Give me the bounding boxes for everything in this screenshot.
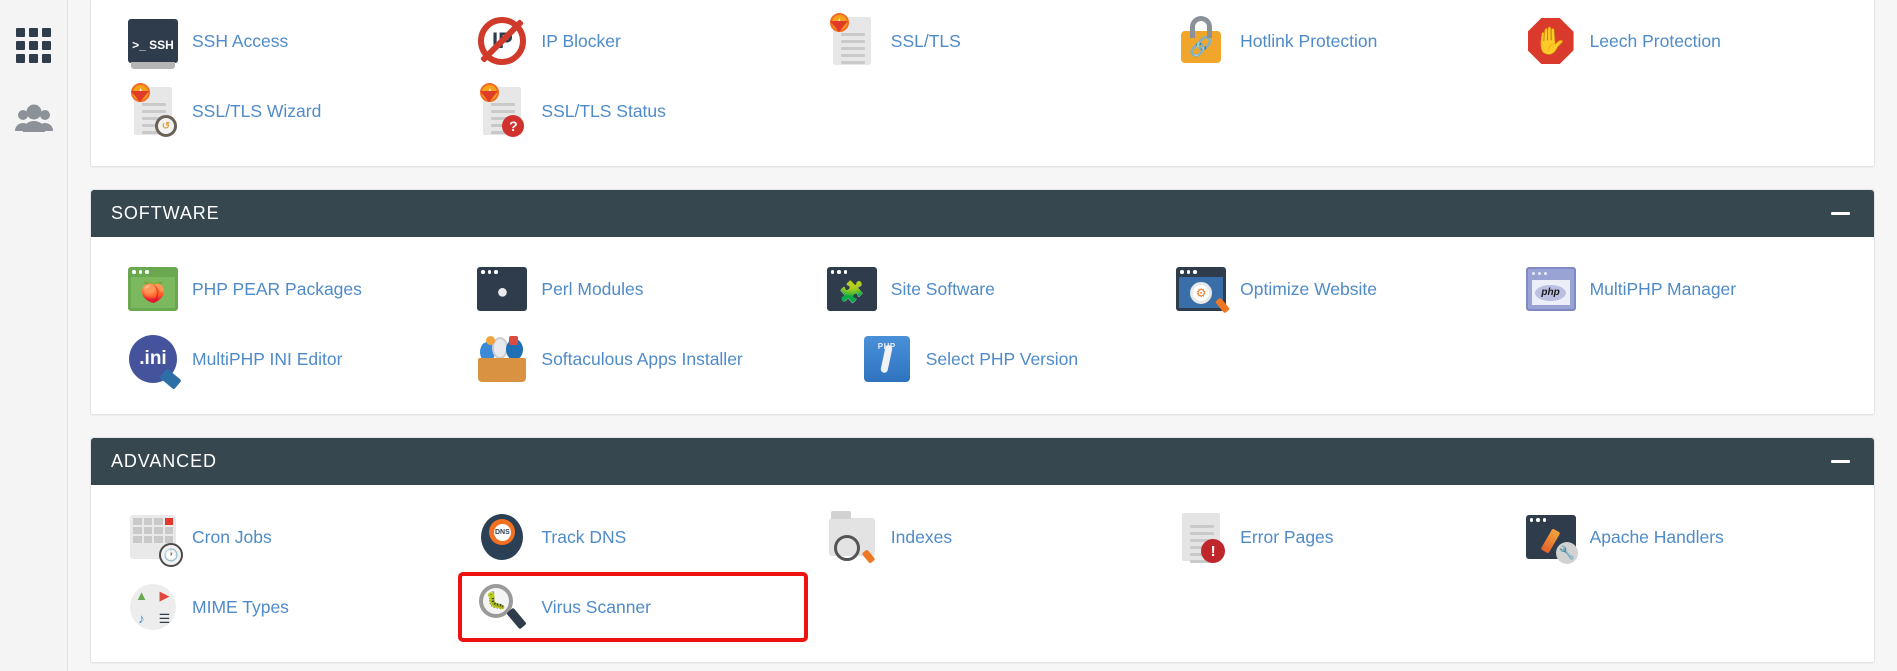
app-tile-optimize-website[interactable]: ⚙ Optimize Website: [1157, 254, 1506, 324]
ssl-status-icon: ★ ?: [476, 85, 528, 137]
app-tile-label: Error Pages: [1240, 527, 1333, 548]
app-tile-label: MultiPHP INI Editor: [192, 349, 342, 370]
app-tile-label: Select PHP Version: [926, 349, 1078, 370]
cpanel-page: >_ SSH SSH Access IP IP Blocker: [0, 0, 1897, 671]
app-tile-ssl-tls-wizard[interactable]: ★ ↺ SSL/TLS Wizard: [109, 76, 458, 146]
app-tile-label: Cron Jobs: [192, 527, 272, 548]
perl-onion-icon: ●: [476, 263, 528, 315]
main-content: >_ SSH SSH Access IP IP Blocker: [68, 0, 1897, 671]
app-tile-label: Optimize Website: [1240, 279, 1377, 300]
app-tile-ip-blocker[interactable]: IP IP Blocker: [458, 6, 807, 76]
grid-icon: [16, 28, 51, 63]
sidebar-item-apps-grid[interactable]: [0, 8, 68, 82]
optimize-gear-magnifier-icon: ⚙: [1175, 263, 1227, 315]
app-tile-label: IP Blocker: [541, 31, 620, 52]
app-tile-track-dns[interactable]: DNS Track DNS: [458, 502, 807, 572]
app-tile-label: Apache Handlers: [1590, 527, 1724, 548]
app-tile-label: Leech Protection: [1590, 31, 1721, 52]
ssl-certificate-icon: ★: [826, 15, 878, 67]
minus-icon: [1831, 212, 1850, 215]
ssh-terminal-icon: >_ SSH: [127, 15, 179, 67]
dns-pin-icon: DNS: [476, 511, 528, 563]
app-tile-error-pages[interactable]: ! Error Pages: [1157, 502, 1506, 572]
calendar-clock-icon: 🕐: [127, 511, 179, 563]
app-tile-label: MultiPHP Manager: [1590, 279, 1737, 300]
app-tile-perl-modules[interactable]: ● Perl Modules: [458, 254, 807, 324]
apache-handlers-icon: 🔧: [1525, 511, 1577, 563]
app-tile-label: Perl Modules: [541, 279, 643, 300]
php-gauge-icon: PHP: [861, 333, 913, 385]
app-tile-label: Virus Scanner: [541, 597, 651, 618]
app-tile-label: Hotlink Protection: [1240, 31, 1377, 52]
app-tile-label: Softaculous Apps Installer: [541, 349, 742, 370]
app-tile-virus-scanner[interactable]: 🐛 Virus Scanner: [458, 572, 807, 642]
users-icon: [14, 104, 54, 134]
app-tile-leech-protection[interactable]: ✋ Leech Protection: [1507, 6, 1856, 76]
section-body-software: 🍑 PHP PEAR Packages ● Perl Modules: [91, 237, 1874, 414]
app-tile-hotlink-protection[interactable]: 🔗 Hotlink Protection: [1157, 6, 1506, 76]
padlock-link-icon: 🔗: [1175, 15, 1227, 67]
app-tile-label: Site Software: [891, 279, 995, 300]
app-tile-ssl-tls-status[interactable]: ★ ? SSL/TLS Status: [458, 76, 807, 146]
softaculous-basket-icon: [476, 333, 528, 385]
collapse-toggle-software[interactable]: [1827, 204, 1854, 223]
app-tile-php-pear-packages[interactable]: 🍑 PHP PEAR Packages: [109, 254, 458, 324]
sidebar-item-users[interactable]: [0, 82, 68, 156]
ip-blocker-icon: IP: [476, 15, 528, 67]
app-tile-multiphp-manager[interactable]: php MultiPHP Manager: [1507, 254, 1856, 324]
app-tile-label: PHP PEAR Packages: [192, 279, 362, 300]
app-tile-ssh-access[interactable]: >_ SSH SSH Access: [109, 6, 458, 76]
section-card-advanced: ADVANCED 🕐 Cron Job: [90, 437, 1875, 663]
app-tile-softaculous-apps-installer[interactable]: Softaculous Apps Installer: [458, 324, 842, 394]
stop-hand-icon: ✋: [1525, 15, 1577, 67]
app-tile-apache-handlers[interactable]: 🔧 Apache Handlers: [1507, 502, 1856, 572]
section-header-software[interactable]: SOFTWARE: [91, 190, 1874, 237]
bug-magnifier-icon: 🐛: [476, 581, 528, 633]
app-tile-mime-types[interactable]: ▲ ▶ ♪ ☰ MIME Types: [109, 572, 458, 642]
section-card-security: >_ SSH SSH Access IP IP Blocker: [90, 0, 1875, 167]
ini-editor-icon: .ini: [127, 333, 179, 385]
section-title: ADVANCED: [111, 451, 217, 472]
puzzle-piece-icon: 🧩: [826, 263, 878, 315]
app-tile-label: SSL/TLS Wizard: [192, 101, 321, 122]
icon-grid-security: >_ SSH SSH Access IP IP Blocker: [109, 6, 1856, 146]
section-title: SOFTWARE: [111, 203, 220, 224]
app-tile-label: MIME Types: [192, 597, 289, 618]
section-header-advanced[interactable]: ADVANCED: [91, 438, 1874, 485]
section-body-advanced: 🕐 Cron Jobs DNS Track DNS: [91, 485, 1874, 662]
section-card-software: SOFTWARE 🍑 PHP PEAR Packages: [90, 189, 1875, 415]
app-tile-cron-jobs[interactable]: 🕐 Cron Jobs: [109, 502, 458, 572]
app-tile-site-software[interactable]: 🧩 Site Software: [808, 254, 1157, 324]
mime-types-icon: ▲ ▶ ♪ ☰: [127, 581, 179, 633]
minus-icon: [1831, 460, 1850, 463]
app-tile-label: SSH Access: [192, 31, 288, 52]
multiphp-manager-icon: php: [1525, 263, 1577, 315]
collapse-toggle-advanced[interactable]: [1827, 452, 1854, 471]
document-error-icon: !: [1175, 511, 1227, 563]
ssl-wizard-icon: ★ ↺: [127, 85, 179, 137]
left-sidebar: [0, 0, 68, 671]
app-tile-indexes[interactable]: Indexes: [808, 502, 1157, 572]
icon-grid-software: 🍑 PHP PEAR Packages ● Perl Modules: [109, 254, 1856, 394]
app-tile-label: Indexes: [891, 527, 952, 548]
icon-grid-advanced: 🕐 Cron Jobs DNS Track DNS: [109, 502, 1856, 642]
app-tile-label: SSL/TLS Status: [541, 101, 666, 122]
app-tile-multiphp-ini-editor[interactable]: .ini MultiPHP INI Editor: [109, 324, 458, 394]
app-tile-select-php-version[interactable]: PHP Select PHP Version: [843, 324, 1192, 394]
app-tile-label: SSL/TLS: [891, 31, 961, 52]
php-pear-icon: 🍑: [127, 263, 179, 315]
section-body-security: >_ SSH SSH Access IP IP Blocker: [91, 0, 1874, 166]
folder-magnifier-icon: [826, 511, 878, 563]
app-tile-label: Track DNS: [541, 527, 626, 548]
app-tile-ssl-tls[interactable]: ★ SSL/TLS: [808, 6, 1157, 76]
